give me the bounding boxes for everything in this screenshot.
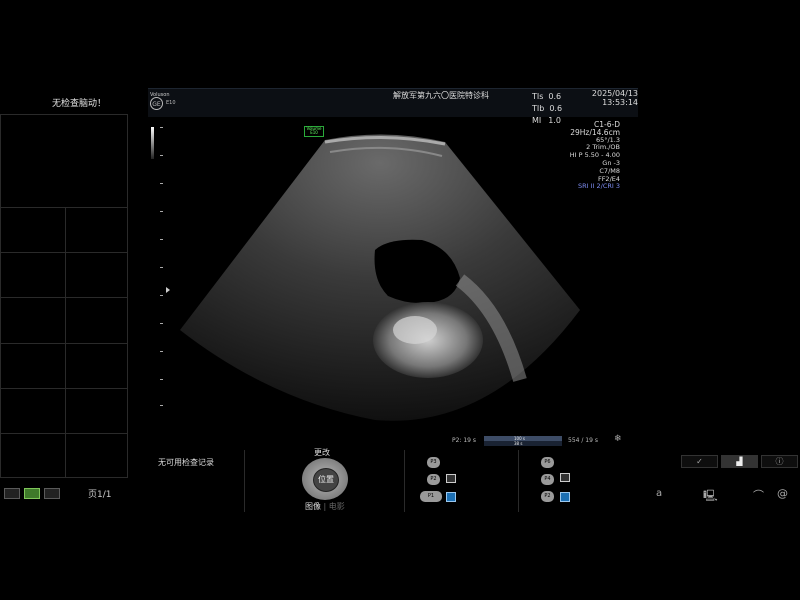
network-icon[interactable]: 🖳 [703, 487, 718, 506]
model-name: E10 [166, 100, 176, 106]
safety-indices: TIs 0.6 TIb 0.6 MI 1.0 [532, 92, 563, 125]
at-icon[interactable]: @ [777, 487, 788, 500]
p1-button[interactable]: P1 [420, 491, 442, 502]
position-button[interactable]: 位置 [313, 468, 339, 492]
save-icon[interactable] [446, 492, 456, 502]
keyboard-icon[interactable]: a [656, 488, 662, 499]
p2-button[interactable]: P2 [427, 474, 440, 485]
tab-info[interactable]: ⓘ [761, 455, 798, 468]
time: 13:53:14 [602, 98, 638, 107]
cine-label: P2: 19 s [452, 437, 477, 444]
layout-buttons [4, 488, 60, 499]
p2-right-button[interactable]: P2 [541, 491, 554, 502]
p3-button[interactable]: P3 [427, 457, 440, 468]
layout-dual-icon[interactable] [24, 488, 40, 499]
p4-button[interactable]: P4 [541, 474, 554, 485]
printer-icon[interactable] [446, 474, 456, 483]
layout-quad-icon[interactable] [44, 488, 60, 499]
tab-checklist[interactable]: ✓ [681, 455, 718, 468]
knob-caption: 图像 | 电影 [305, 502, 345, 511]
thumbnail-grid[interactable] [0, 114, 128, 478]
page-indicator: 页1/1 [88, 490, 112, 500]
layout-single-icon[interactable] [4, 488, 20, 499]
tab-chart[interactable]: ▟ [721, 455, 758, 468]
no-exam-message: 无检查脑动！ [52, 99, 107, 109]
ultrasound-image [180, 134, 580, 421]
date: 2025/04/13 [591, 89, 638, 98]
hospital-name: 解放军第九六〇医院特诊科 [393, 91, 489, 100]
printer-icon[interactable] [560, 473, 570, 482]
cine-bar[interactable]: 100 s 38 s [484, 436, 562, 446]
ge-logo-icon: GE [150, 97, 163, 110]
settings-snowflake-icon[interactable]: ❄ [614, 434, 622, 444]
datetime: 2025/04/13 13:53:14 [580, 89, 638, 107]
no-records-label: 无可用检查记录 [158, 458, 214, 467]
grayscale-bar [151, 127, 154, 159]
cine-frames: 554 / 19 s [568, 437, 598, 444]
p6-button[interactable]: P6 [541, 457, 554, 468]
save-icon[interactable] [560, 492, 570, 502]
wifi-icon[interactable]: ⌒ [753, 487, 764, 503]
change-label: 更改 [314, 448, 330, 457]
